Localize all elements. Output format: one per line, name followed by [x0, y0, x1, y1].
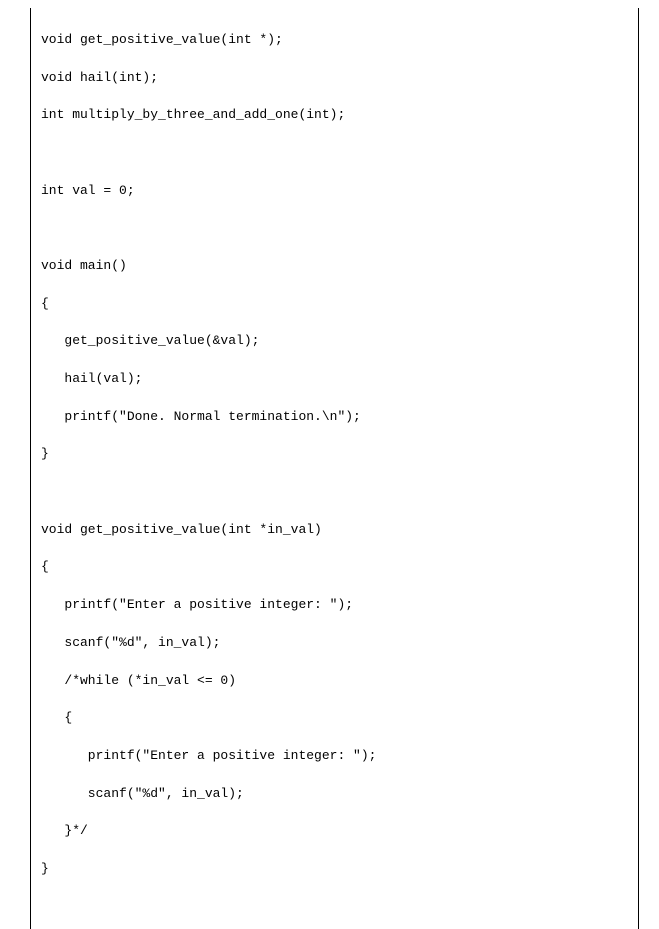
code-line: scanf("%d", in_val);: [41, 785, 628, 804]
page-container: void get_positive_value(int *); void hai…: [0, 0, 659, 929]
code-line: scanf("%d", in_val);: [41, 634, 628, 653]
code-line: /*while (*in_val <= 0): [41, 672, 628, 691]
code-line: [41, 483, 628, 502]
code-line: void hail(int);: [41, 69, 628, 88]
code-block: void get_positive_value(int *); void hai…: [30, 8, 639, 929]
code-line: [41, 219, 628, 238]
code-line: void get_positive_value(int *);: [41, 31, 628, 50]
code-line: int val = 0;: [41, 182, 628, 201]
code-line: [41, 898, 628, 917]
code-line: }*/: [41, 822, 628, 841]
code-line: }: [41, 445, 628, 464]
code-line: [41, 144, 628, 163]
code-line: {: [41, 709, 628, 728]
code-line: printf("Enter a positive integer: ");: [41, 596, 628, 615]
code-line: void get_positive_value(int *in_val): [41, 521, 628, 540]
code-line: int multiply_by_three_and_add_one(int);: [41, 106, 628, 125]
code-line: hail(val);: [41, 370, 628, 389]
code-line: get_positive_value(&val);: [41, 332, 628, 351]
code-line: }: [41, 860, 628, 879]
code-line: printf("Done. Normal termination.\n");: [41, 408, 628, 427]
code-line: printf("Enter a positive integer: ");: [41, 747, 628, 766]
code-line: {: [41, 558, 628, 577]
code-line: void main(): [41, 257, 628, 276]
code-line: {: [41, 295, 628, 314]
